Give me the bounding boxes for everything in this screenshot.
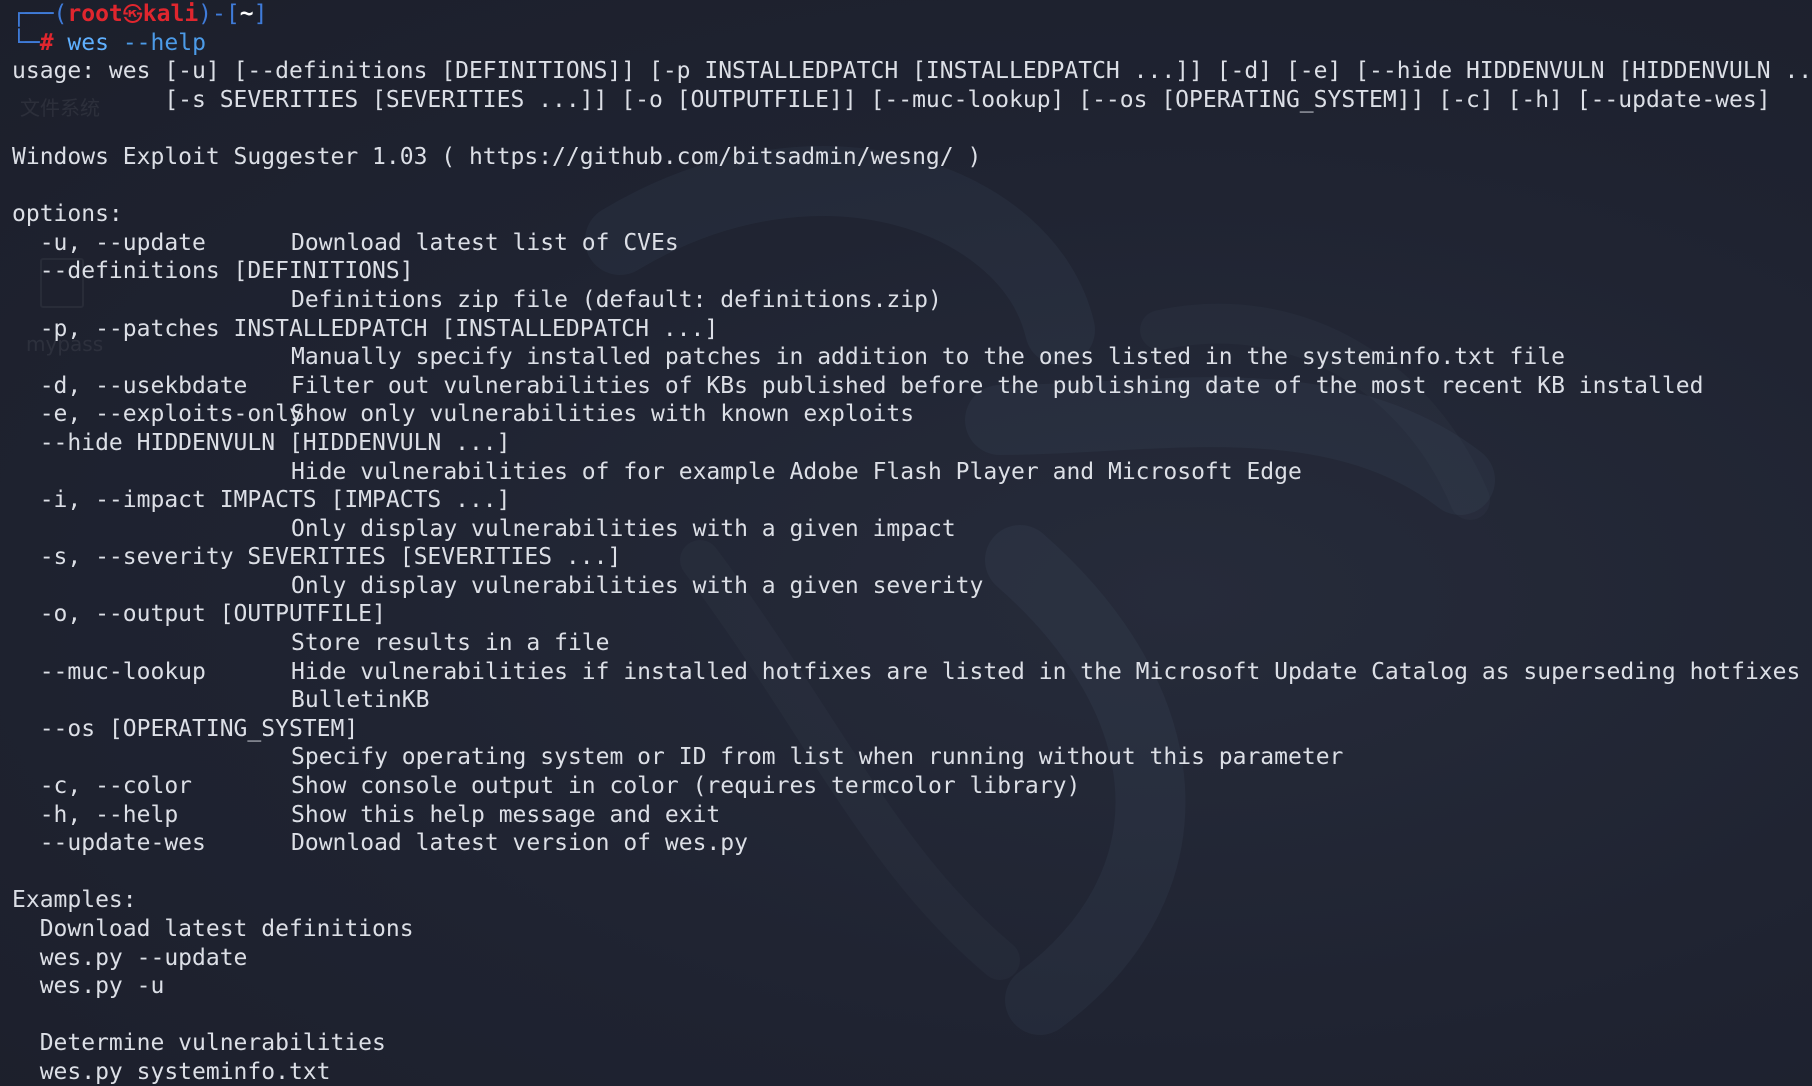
option-row: --definitions [DEFINITIONS] xyxy=(12,257,1812,286)
example-line: Download latest definitions xyxy=(12,916,414,942)
example-line: Determine vulnerabilities xyxy=(12,1030,386,1057)
option-description: Show this help message and exit xyxy=(291,801,721,828)
option-row: Hide vulnerabilities of for example Adob… xyxy=(12,458,1812,487)
option-flag: --hide HIDDENVULN [HIDDENVULN ...] xyxy=(12,429,511,456)
option-flag: --update-wes xyxy=(12,830,206,857)
option-row: -p, --patches INSTALLEDPATCH [INSTALLEDP… xyxy=(12,315,1812,344)
option-row: --hide HIDDENVULN [HIDDENVULN ...] xyxy=(12,429,1812,458)
option-row: --muc-lookup Hide vulnerabilities if inst… xyxy=(12,658,1812,687)
option-description: Only display vulnerabilities with a give… xyxy=(291,515,956,542)
option-flag: -o, --output [OUTPUTFILE] xyxy=(12,601,386,628)
option-flag: -c, --color xyxy=(12,773,193,800)
option-row: Manually specify installed patches in ad… xyxy=(12,343,1812,372)
option-flag: -s, --severity SEVERITIES [SEVERITIES ..… xyxy=(12,544,622,571)
option-row: -h, --help Show this help message and exi… xyxy=(12,801,1812,830)
option-row: --os [OPERATING_SYSTEM] xyxy=(12,715,1812,744)
option-flag: --definitions [DEFINITIONS] xyxy=(12,258,414,285)
option-description: Only display vulnerabilities with a give… xyxy=(291,572,984,599)
terminal-output: ┌──(root㉿kali)-[~] └─# wes --help usage:… xyxy=(12,0,1812,1086)
option-description: Manually specify installed patches in ad… xyxy=(291,344,1565,371)
prompt-frame-top: ┌──( xyxy=(12,1,68,27)
example-line: wes.py -u xyxy=(12,973,165,1000)
option-row: Only display vulnerabilities with a give… xyxy=(12,515,1812,544)
option-description: Show only vulnerabilities with known exp… xyxy=(291,401,915,428)
option-description: Hide vulnerabilities of for example Adob… xyxy=(291,458,1302,485)
example-line: wes.py --update xyxy=(12,944,248,971)
option-description: BulletinKB xyxy=(291,687,430,714)
option-row: -c, --color Show console output in color … xyxy=(12,772,1812,801)
options-header: options: xyxy=(12,201,123,228)
option-row: -o, --output [OUTPUTFILE] xyxy=(12,600,1812,629)
option-description: Show console output in color (requires t… xyxy=(291,773,1081,800)
prompt-hash: # xyxy=(39,29,54,56)
usage-line: usage: wes [-u] [--definitions [DEFINITI… xyxy=(12,58,1812,85)
prompt-path: ~ xyxy=(239,1,254,27)
prompt-frame-bottom: └─ xyxy=(12,29,40,56)
option-flag: -d, --usekbdate xyxy=(12,372,248,399)
example-line xyxy=(12,1001,1812,1030)
prompt-line-command[interactable]: └─# wes --help xyxy=(12,29,1812,58)
option-row: -u, --update Download latest list of CVEs xyxy=(12,229,1812,258)
examples-header: Examples: xyxy=(12,887,137,914)
option-row: -s, --severity SEVERITIES [SEVERITIES ..… xyxy=(12,543,1812,572)
option-row: BulletinKB xyxy=(12,686,1812,715)
option-row: Store results in a file xyxy=(12,629,1812,658)
option-description: Definitions zip file (default: definitio… xyxy=(291,286,942,313)
option-description: Download latest list of CVEs xyxy=(291,229,679,256)
prompt-frame-mid: )-[ xyxy=(198,1,240,27)
option-description: Store results in a file xyxy=(291,630,610,657)
option-flag: -i, --impact IMPACTS [IMPACTS ...] xyxy=(12,487,511,514)
prompt-line-top: ┌──(root㉿kali)-[~] xyxy=(12,0,1812,29)
example-line: wes.py systeminfo.txt xyxy=(12,1058,331,1085)
prompt-host: kali xyxy=(142,1,199,27)
terminal-window[interactable]: 文件系统 mypass ┌──(root㉿kali)-[~] └─# wes -… xyxy=(0,0,1812,1086)
option-flag: -u, --update xyxy=(12,229,206,256)
options-list: -u, --update Download latest list of CVEs… xyxy=(12,229,1812,858)
option-row: -e, --exploits-onlyShow only vulnerabili… xyxy=(12,400,1812,429)
usage-line: [-s SEVERITIES [SEVERITIES ...]] [-o [OU… xyxy=(12,86,1771,113)
option-row: Definitions zip file (default: definitio… xyxy=(12,286,1812,315)
option-row: --update-wes Download latest version of w… xyxy=(12,829,1812,858)
option-row: Only display vulnerabilities with a give… xyxy=(12,572,1812,601)
prompt-frame-end: ] xyxy=(253,1,268,27)
option-row: Specify operating system or ID from list… xyxy=(12,743,1812,772)
examples-list: Download latest definitions wes.py --upd… xyxy=(12,915,1812,1086)
program-title: Windows Exploit Suggester 1.03 ( https:/… xyxy=(12,143,982,170)
option-flag: --os [OPERATING_SYSTEM] xyxy=(12,715,359,742)
option-flag: -h, --help xyxy=(12,801,179,828)
option-row: -i, --impact IMPACTS [IMPACTS ...] xyxy=(12,486,1812,515)
prompt-user: root xyxy=(67,1,123,27)
option-flag: -e, --exploits-only xyxy=(12,401,303,428)
option-description: Download latest version of wes.py xyxy=(291,830,748,857)
option-description: Hide vulnerabilities if installed hotfix… xyxy=(291,658,1801,685)
command-args: --help xyxy=(122,29,206,56)
skull-icon: ㉿ xyxy=(122,2,143,26)
option-description: Specify operating system or ID from list… xyxy=(291,744,1344,771)
option-flag: --muc-lookup xyxy=(12,658,206,685)
option-flag: -p, --patches INSTALLEDPATCH [INSTALLEDP… xyxy=(12,315,719,342)
option-description: Filter out vulnerabilities of KBs publis… xyxy=(291,372,1704,399)
command-name: wes xyxy=(67,29,109,56)
option-row: -d, --usekbdate Filter out vulnerabilitie… xyxy=(12,372,1812,401)
